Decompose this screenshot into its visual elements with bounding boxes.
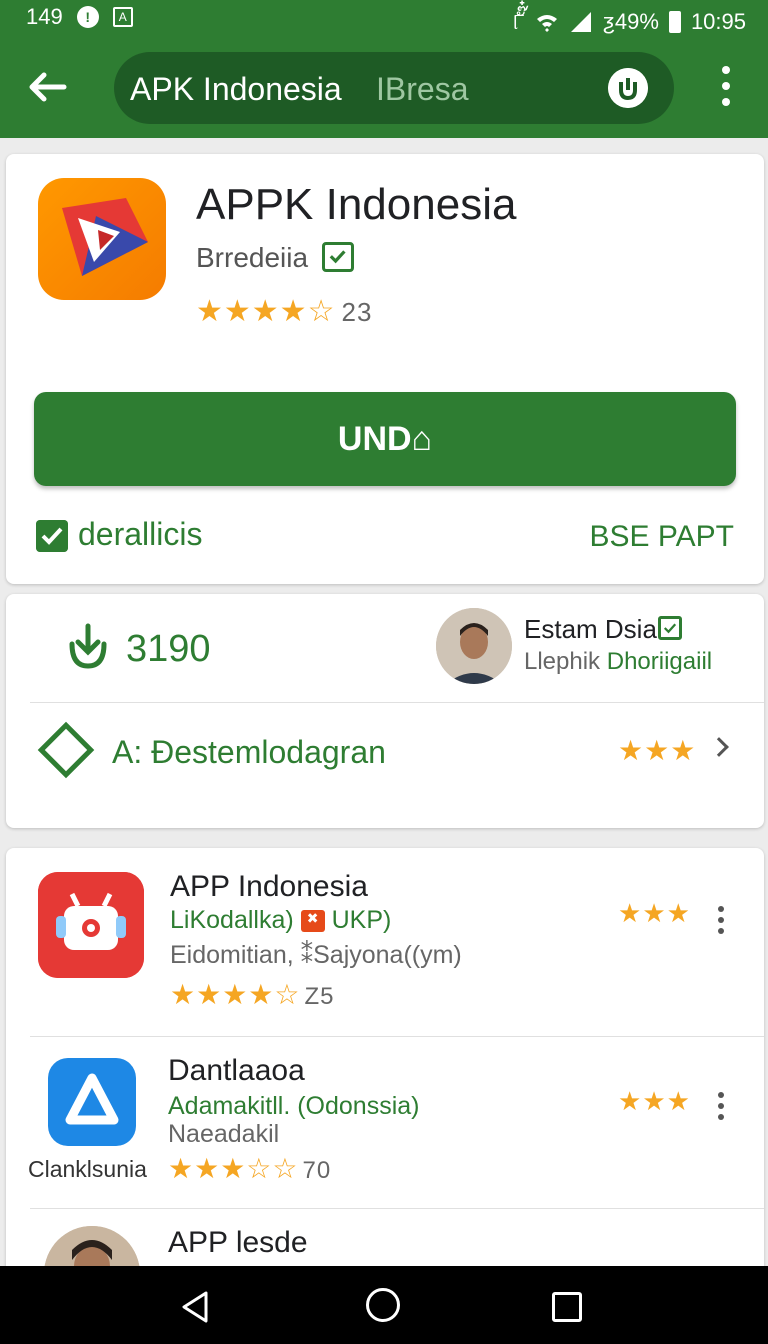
list-item-rating: ★★★☆☆ 70 (168, 1152, 331, 1185)
status-time-left: 149 (26, 4, 63, 29)
back-arrow-icon[interactable] (22, 62, 72, 112)
publisher-subtitle: Llephik Dhoriigaiil (524, 648, 712, 676)
list-item-developer: LiKodallka) (170, 906, 294, 934)
voice-search-icon[interactable] (608, 68, 648, 108)
carrier-label: ୮ั๊๋ (513, 9, 525, 34)
notification-icon: ! (76, 6, 99, 28)
signal-icon (570, 11, 591, 32)
rating-star: ★ (618, 735, 645, 766)
list-item-subtitle: LiKodallka) ✖ UKP) (170, 906, 391, 935)
list-divider (30, 1208, 764, 1209)
badge-icon: ✖ (300, 910, 325, 933)
rating-count: 23 (341, 297, 373, 327)
nav-home-icon[interactable] (366, 1288, 400, 1322)
list-item-side-label: Clanklsunia (28, 1156, 147, 1182)
verified-badge-icon (322, 242, 354, 272)
rating-star: ★ (642, 898, 667, 928)
battery-icon (668, 10, 681, 33)
list-item-title[interactable]: APP lesde (168, 1226, 308, 1260)
list-item-right-stars: ★★★ (618, 898, 691, 929)
checkbox-checked-icon[interactable] (36, 520, 68, 552)
status-clock: 10:95 (690, 8, 746, 34)
app-title: APPK Indonesia (196, 180, 517, 229)
search-placeholder: IBresa (376, 71, 469, 107)
list-item-title[interactable]: Dantlaaoa (168, 1054, 305, 1088)
list-divider (30, 1036, 764, 1037)
rating-star: ★ (618, 898, 643, 928)
list-item-title[interactable]: APP Indonesia (170, 870, 368, 904)
battery-label: ƺ49% (602, 8, 659, 34)
rating-star: ★ (666, 898, 691, 928)
stats-card: 3190 Estam Dsia Llephik Dhoriigaiil A: Ɖ… (6, 594, 764, 828)
publisher-verified-icon (658, 616, 682, 640)
category-diamond-icon (37, 721, 95, 779)
rating-star: ★ (618, 1086, 643, 1116)
nav-back-icon[interactable] (180, 1290, 210, 1324)
system-nav-bar (0, 1266, 768, 1344)
triangle-app-icon (48, 1058, 136, 1146)
list-item-description: Naeadakil (168, 1120, 280, 1148)
category-label[interactable]: A: Ɖestemlodagran (112, 734, 386, 771)
related-apps-card: APP Indonesia LiKodallka) ✖ UKP) Eidomit… (6, 848, 764, 1278)
list-item-stars: ★★★★☆ (170, 979, 301, 1010)
app-bar: APK Indonesia IBresa (0, 36, 768, 138)
publisher-sub-b: Dhoriigaiil (606, 648, 713, 675)
download-icon (69, 623, 107, 669)
app-header-card: APPK Indonesia Brredeiia ★★★★☆ 23 UND⌂ de… (6, 154, 764, 584)
checkbox-label[interactable]: derallicis (78, 516, 202, 553)
details-link[interactable]: BSE PAPT (590, 520, 735, 554)
wifi-icon (536, 14, 557, 32)
chevron-right-icon[interactable] (709, 737, 729, 757)
publisher-avatar[interactable] (436, 608, 512, 684)
rating-stars: ★★★★☆ (196, 295, 336, 328)
nav-recents-icon[interactable] (552, 1292, 582, 1322)
app-notification-icon: A (112, 7, 133, 27)
list-item-rating: ★★★★☆ Z5 (170, 978, 335, 1011)
stats-divider (30, 702, 764, 703)
list-item-developer: Adamakitll. (Odonssia) (168, 1092, 420, 1120)
list-item-menu-icon[interactable] (718, 906, 726, 939)
status-bar: 149 ! A ୮ั๊๋ ƺ49% 10:95 (0, 0, 768, 36)
developer-name[interactable]: Brredeiia (196, 242, 308, 274)
publisher-sub-a: Llephik (524, 648, 601, 675)
list-item-count: 70 (302, 1157, 332, 1184)
list-item-stars: ★★★☆☆ (168, 1153, 299, 1184)
list-item-menu-icon[interactable] (718, 1092, 726, 1125)
app-rating: ★★★★☆ 23 (196, 294, 372, 329)
rating-star: ★ (642, 1086, 667, 1116)
category-rating-stars: ★★★ (618, 734, 696, 767)
install-button[interactable]: UND⌂ (34, 392, 736, 486)
search-query[interactable]: APK Indonesia (130, 71, 342, 108)
publisher-name[interactable]: Estam Dsia (524, 614, 657, 645)
list-item-badge-text: UKP) (331, 906, 392, 934)
list-item-count: Z5 (304, 983, 335, 1010)
list-item-right-stars: ★★★ (618, 1086, 691, 1117)
rating-star: ★ (666, 1086, 691, 1116)
robot-app-icon (38, 872, 144, 978)
download-count: 3190 (126, 628, 211, 670)
app-logo-icon (38, 178, 166, 300)
list-item-description: Eidomitian, ⁑Sajyona((ym) (170, 941, 462, 969)
rating-star: ★ (670, 735, 697, 766)
search-box[interactable]: APK Indonesia IBresa (114, 52, 674, 124)
rating-star: ★ (644, 735, 671, 766)
overflow-menu-icon[interactable] (716, 66, 736, 110)
